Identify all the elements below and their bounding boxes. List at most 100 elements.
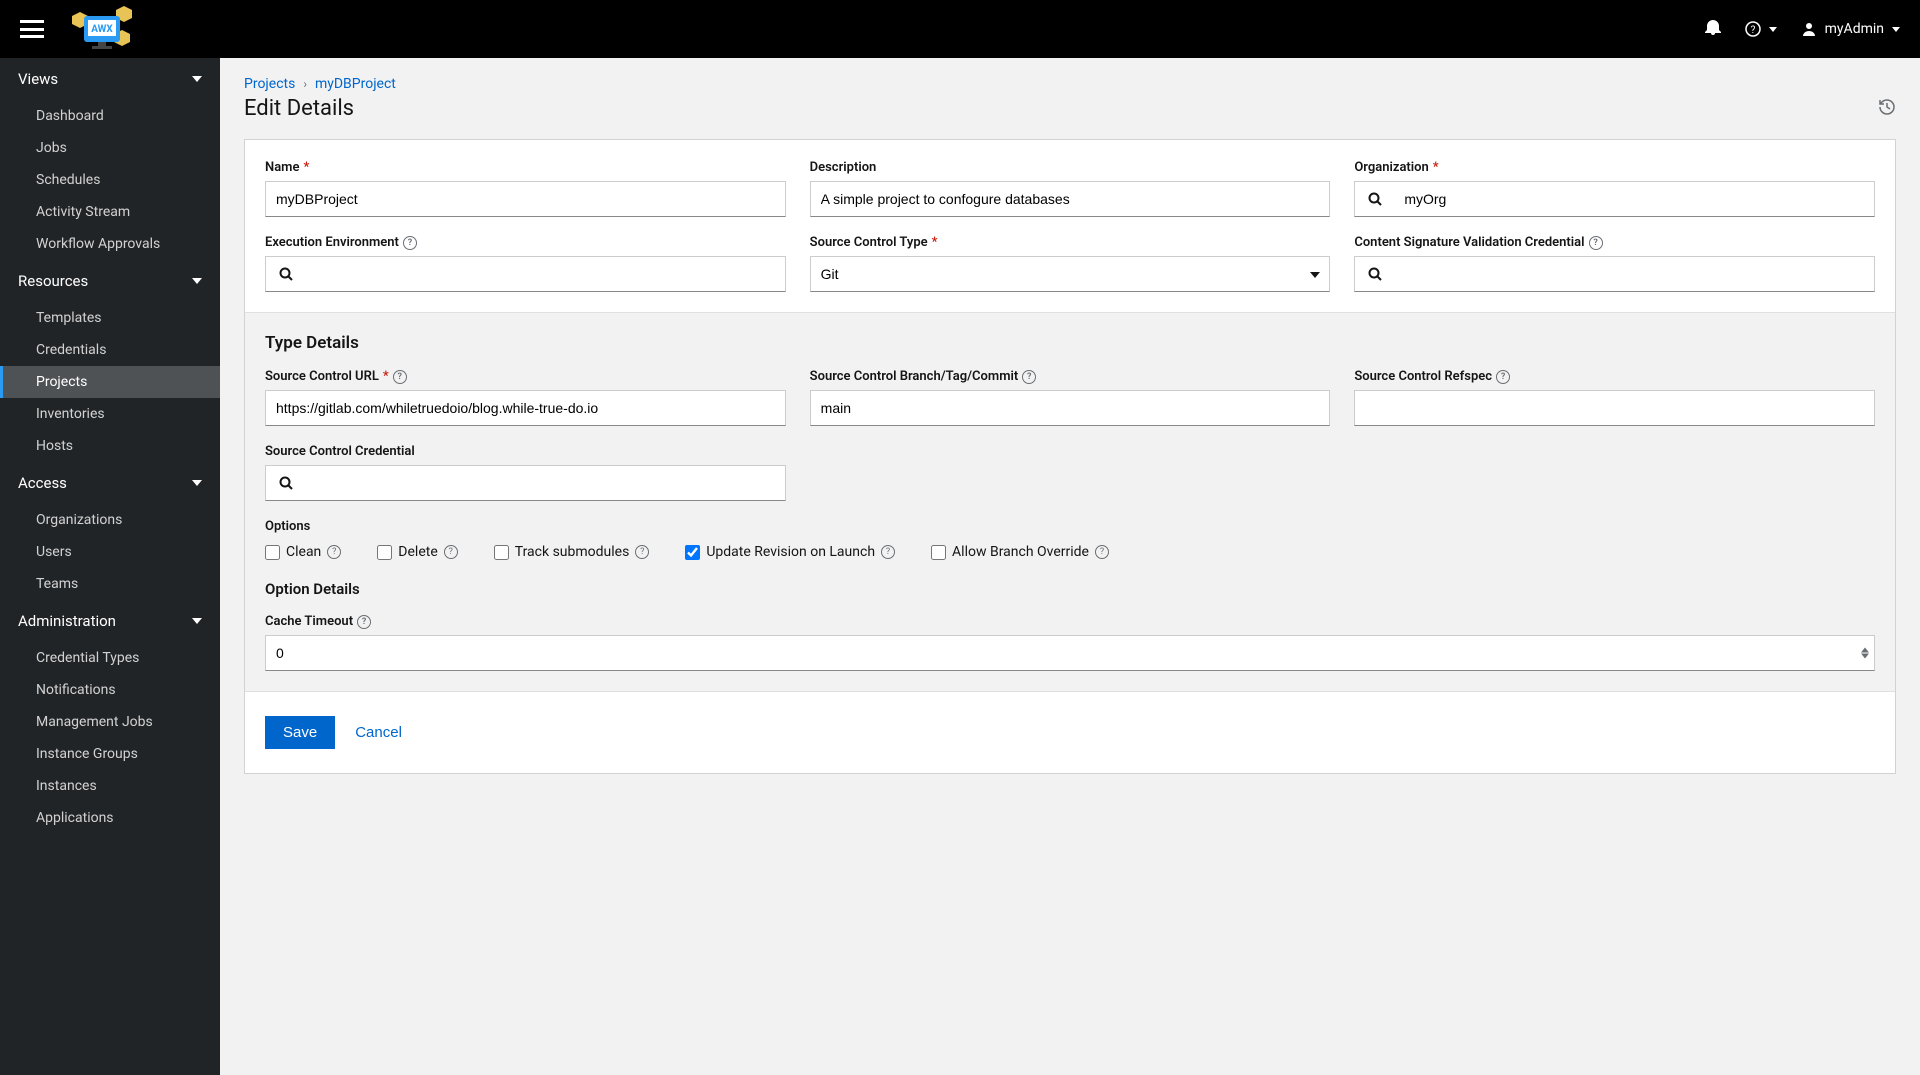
nav-section-administration[interactable]: Administration	[0, 600, 220, 642]
sidebar-item-inventories[interactable]: Inventories	[0, 398, 220, 430]
help-icon[interactable]: ?	[1095, 545, 1109, 559]
spinner-down-icon[interactable]	[1861, 654, 1869, 659]
sidebar-item-notifications[interactable]: Notifications	[0, 674, 220, 706]
help-icon[interactable]: ?	[357, 615, 371, 629]
clean-checkbox[interactable]	[265, 545, 280, 560]
number-spinner[interactable]	[1861, 648, 1869, 659]
nav-section-label: Access	[18, 474, 67, 492]
breadcrumb-separator: ›	[303, 77, 307, 91]
update-checkbox[interactable]	[685, 545, 700, 560]
help-icon[interactable]: ?	[327, 545, 341, 559]
option-update-revision[interactable]: Update Revision on Launch ?	[685, 544, 895, 560]
name-label: Name*	[265, 160, 786, 175]
sidebar-item-jobs[interactable]: Jobs	[0, 132, 220, 164]
help-icon[interactable]: ?	[1022, 370, 1036, 384]
name-input[interactable]	[265, 181, 786, 217]
sidebar-item-credential-types[interactable]: Credential Types	[0, 642, 220, 674]
sidebar-item-projects[interactable]: Projects	[0, 366, 220, 398]
help-icon[interactable]: ?	[393, 370, 407, 384]
topbar-left: AWX	[20, 4, 142, 54]
sidebar-item-schedules[interactable]: Schedules	[0, 164, 220, 196]
option-clean[interactable]: Clean ?	[265, 544, 341, 560]
sidebar-item-organizations[interactable]: Organizations	[0, 504, 220, 536]
sc-url-label: Source Control URL*?	[265, 369, 786, 384]
organization-input[interactable]	[1394, 181, 1875, 217]
cancel-button[interactable]: Cancel	[355, 724, 402, 741]
sidebar-item-users[interactable]: Users	[0, 536, 220, 568]
user-name: myAdmin	[1825, 21, 1884, 37]
sc-branch-input[interactable]	[810, 390, 1331, 426]
sc-type-select[interactable]	[810, 256, 1331, 292]
search-icon	[279, 476, 293, 490]
nav-section-resources[interactable]: Resources	[0, 260, 220, 302]
chevron-down-icon	[192, 76, 202, 82]
sidebar-item-instance-groups[interactable]: Instance Groups	[0, 738, 220, 770]
nav-section-label: Administration	[18, 612, 116, 630]
cache-timeout-input[interactable]	[265, 635, 1875, 671]
sc-credential-input[interactable]	[305, 465, 786, 501]
bell-icon[interactable]	[1705, 19, 1721, 39]
chevron-down-icon	[192, 480, 202, 486]
content-sig-input[interactable]	[1394, 256, 1875, 292]
sidebar-item-applications[interactable]: Applications	[0, 802, 220, 834]
sc-credential-label: Source Control Credential	[265, 444, 786, 459]
save-button[interactable]: Save	[265, 716, 335, 749]
options-label: Options	[265, 519, 1875, 534]
hamburger-menu-icon[interactable]	[20, 20, 44, 38]
exec-env-lookup-button[interactable]	[265, 256, 305, 292]
sidebar-item-activity-stream[interactable]: Activity Stream	[0, 196, 220, 228]
track-checkbox[interactable]	[494, 545, 509, 560]
spinner-up-icon[interactable]	[1861, 648, 1869, 653]
nav-section-views[interactable]: Views	[0, 58, 220, 100]
organization-lookup-button[interactable]	[1354, 181, 1394, 217]
sidebar-item-teams[interactable]: Teams	[0, 568, 220, 600]
option-branch-override[interactable]: Allow Branch Override ?	[931, 544, 1109, 560]
sidebar-item-hosts[interactable]: Hosts	[0, 430, 220, 462]
branch-override-checkbox[interactable]	[931, 545, 946, 560]
sidebar-item-credentials[interactable]: Credentials	[0, 334, 220, 366]
breadcrumb-item[interactable]: myDBProject	[315, 76, 396, 92]
sc-refspec-label: Source Control Refspec?	[1354, 369, 1875, 384]
user-menu[interactable]: myAdmin	[1801, 21, 1900, 37]
help-icon[interactable]: ?	[635, 545, 649, 559]
delete-checkbox[interactable]	[377, 545, 392, 560]
sidebar-item-workflow-approvals[interactable]: Workflow Approvals	[0, 228, 220, 260]
question-icon: ?	[1745, 21, 1761, 37]
help-icon[interactable]: ?	[403, 236, 417, 250]
awx-logo[interactable]: AWX	[62, 4, 142, 54]
checkbox-label: Update Revision on Launch	[706, 544, 875, 560]
breadcrumb-projects[interactable]: Projects	[244, 76, 295, 92]
exec-env-input[interactable]	[305, 256, 786, 292]
exec-env-label: Execution Environment?	[265, 235, 786, 250]
help-icon[interactable]: ?	[1496, 370, 1510, 384]
nav-section-label: Views	[18, 70, 58, 88]
sc-url-input[interactable]	[265, 390, 786, 426]
help-icon[interactable]: ?	[1589, 236, 1603, 250]
sidebar-item-templates[interactable]: Templates	[0, 302, 220, 334]
sidebar-item-management-jobs[interactable]: Management Jobs	[0, 706, 220, 738]
nav-section-access[interactable]: Access	[0, 462, 220, 504]
sidebar-item-instances[interactable]: Instances	[0, 770, 220, 802]
description-label: Description	[810, 160, 1331, 175]
help-icon[interactable]: ?	[881, 545, 895, 559]
type-details-heading: Type Details	[265, 333, 1875, 353]
history-icon[interactable]	[1878, 98, 1896, 120]
sc-branch-label: Source Control Branch/Tag/Commit?	[810, 369, 1331, 384]
checkbox-label: Delete	[398, 544, 437, 560]
sidebar: Views Dashboard Jobs Schedules Activity …	[0, 58, 220, 1075]
nav-section-label: Resources	[18, 272, 88, 290]
help-icon[interactable]: ?	[444, 545, 458, 559]
sidebar-item-dashboard[interactable]: Dashboard	[0, 100, 220, 132]
sc-credential-lookup-button[interactable]	[265, 465, 305, 501]
option-track-submodules[interactable]: Track submodules ?	[494, 544, 650, 560]
content-sig-lookup-button[interactable]	[1354, 256, 1394, 292]
svg-text:AWX: AWX	[91, 24, 113, 35]
option-delete[interactable]: Delete ?	[377, 544, 457, 560]
help-menu[interactable]: ?	[1745, 21, 1777, 37]
user-icon	[1801, 21, 1817, 37]
search-icon	[279, 267, 293, 281]
description-input[interactable]	[810, 181, 1331, 217]
sc-refspec-input[interactable]	[1354, 390, 1875, 426]
checkbox-label: Track submodules	[515, 544, 630, 560]
topbar: AWX ? myAdmin	[0, 0, 1920, 58]
